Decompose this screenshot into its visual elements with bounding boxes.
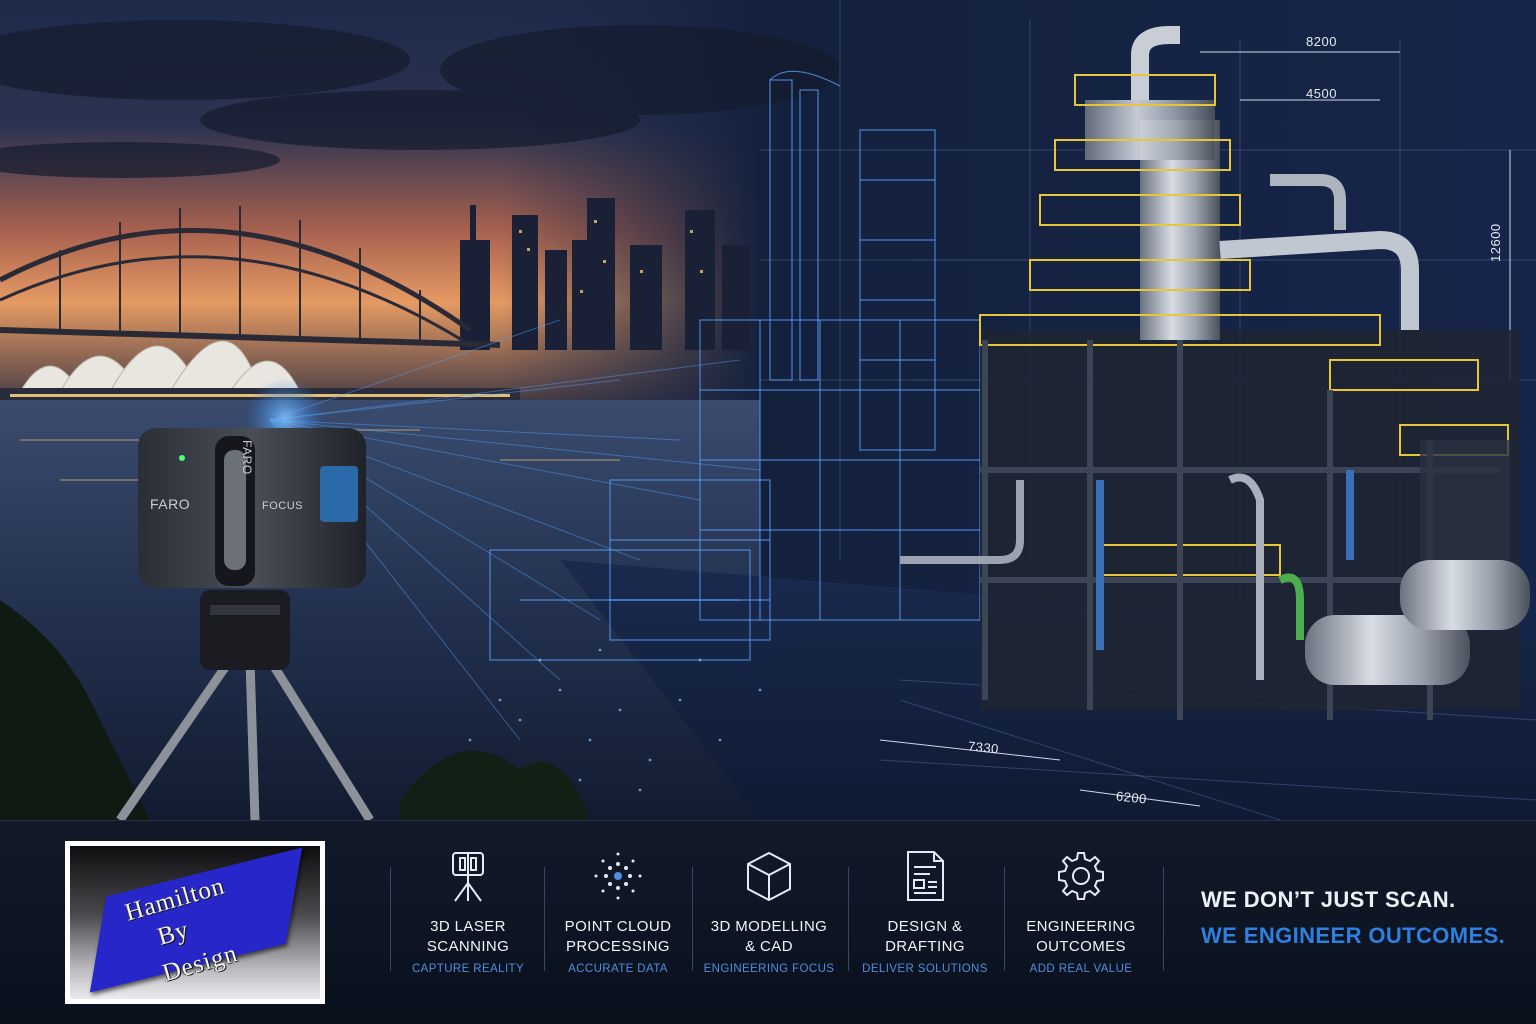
service-laser-scanning: 3D LASER SCANNING CAPTURE REALITY bbox=[393, 849, 543, 975]
dimension-label: 12600 bbox=[1488, 223, 1503, 262]
point-cloud-icon bbox=[594, 852, 642, 900]
service-title: POINT CLOUD bbox=[564, 918, 672, 935]
divider bbox=[1163, 867, 1164, 971]
tagline-secondary: WE ENGINEER OUTCOMES. bbox=[1201, 923, 1506, 948]
service-3d-modelling: 3D MODELLING & CAD ENGINEERING FOCUS bbox=[694, 849, 844, 975]
service-design-drafting: DESIGN & DRAFTING DELIVER SOLUTIONS bbox=[850, 849, 1000, 975]
scanner-brand-label: FARO bbox=[150, 496, 191, 512]
divider bbox=[848, 867, 849, 971]
document-icon bbox=[907, 851, 944, 901]
dimension-label: 4500 bbox=[1306, 86, 1337, 101]
service-title: & CAD bbox=[745, 938, 793, 955]
cube-icon bbox=[747, 851, 791, 902]
divider bbox=[1004, 867, 1005, 971]
service-subtitle: ADD REAL VALUE bbox=[1029, 963, 1133, 975]
company-logo[interactable]: Hamilton By Design bbox=[65, 841, 325, 1004]
dimension-label: 8200 bbox=[1306, 34, 1337, 49]
service-point-cloud: POINT CLOUD PROCESSING ACCURATE DATA bbox=[543, 849, 693, 975]
service-title: ENGINEERING bbox=[1026, 918, 1136, 935]
hero-illustration: 8200 4500 12600 7330 6200 FARO FARO FOCU… bbox=[0, 0, 1536, 820]
service-engineering-outcomes: ENGINEERING OUTCOMES ADD REAL VALUE bbox=[1006, 849, 1156, 975]
service-title: PROCESSING bbox=[565, 938, 671, 955]
service-title: OUTCOMES bbox=[1036, 938, 1126, 955]
divider bbox=[390, 867, 391, 971]
dimension-label: 7330 bbox=[967, 738, 1000, 757]
service-subtitle: CAPTURE REALITY bbox=[411, 963, 525, 975]
logo-background: Hamilton By Design bbox=[70, 846, 320, 999]
service-title: DRAFTING bbox=[885, 938, 965, 955]
service-title: 3D LASER bbox=[430, 918, 506, 935]
service-subtitle: ENGINEERING FOCUS bbox=[703, 963, 835, 975]
service-subtitle: DELIVER SOLUTIONS bbox=[862, 963, 988, 975]
service-title: SCANNING bbox=[426, 938, 510, 955]
services-footer: Hamilton By Design 3D LASER SCANNING CAP… bbox=[0, 820, 1536, 1024]
divider bbox=[692, 867, 693, 971]
service-title: DESIGN & bbox=[887, 918, 963, 935]
scanner-top-label: FARO bbox=[240, 440, 254, 475]
tagline-primary: WE DON’T JUST SCAN. bbox=[1201, 887, 1456, 912]
dimension-label: 6200 bbox=[1115, 788, 1148, 807]
service-title: 3D MODELLING bbox=[710, 918, 828, 935]
laser-scanner-icon bbox=[452, 852, 484, 902]
gear-icon bbox=[1058, 852, 1104, 900]
service-subtitle: ACCURATE DATA bbox=[568, 963, 668, 975]
scanner-model-label: FOCUS bbox=[262, 500, 303, 512]
hero-scene bbox=[0, 0, 1536, 820]
